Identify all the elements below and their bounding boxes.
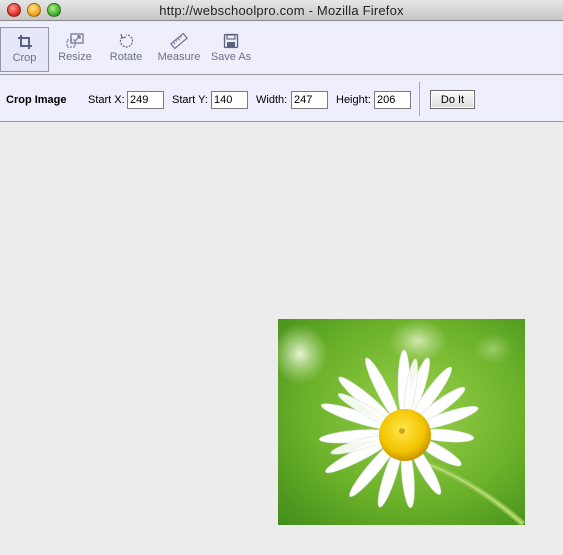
save-as-tool-button[interactable]: Save As [208, 27, 254, 72]
window-title: http://webschoolpro.com - Mozilla Firefo… [159, 3, 404, 18]
daisy-photo[interactable] [278, 319, 525, 525]
rotate-icon [119, 33, 134, 48]
crop-tool-button[interactable]: Crop [0, 27, 49, 72]
rotate-tool-button[interactable]: Rotate [106, 27, 146, 72]
ruler-icon [170, 33, 188, 49]
measure-tool-label: Measure [157, 51, 201, 63]
resize-icon [66, 33, 84, 48]
crop-tool-label: Crop [12, 52, 37, 64]
resize-tool-label: Resize [58, 51, 92, 63]
do-it-button[interactable]: Do It [430, 90, 475, 109]
rotate-tool-label: Rotate [109, 51, 143, 63]
height-label: Height: [336, 94, 371, 106]
start-x-field[interactable] [127, 91, 164, 109]
save-as-tool-label: Save As [210, 51, 252, 63]
window-titlebar: http://webschoolpro.com - Mozilla Firefo… [0, 0, 563, 21]
options-divider [419, 82, 420, 116]
tool-toolbar: Crop Resize Rotate Measure Save As [0, 22, 563, 75]
width-field[interactable] [291, 91, 328, 109]
width-label: Width: [256, 94, 288, 106]
measure-tool-button[interactable]: Measure [156, 27, 202, 72]
floppy-disk-icon [223, 33, 239, 49]
crop-panel-heading: Crop Image [6, 94, 67, 106]
crop-options-bar: Crop Image Start X: Start Y: Width: Heig… [0, 76, 563, 122]
crop-icon [17, 35, 32, 49]
resize-tool-button[interactable]: Resize [54, 27, 96, 72]
start-y-field[interactable] [211, 91, 248, 109]
start-y-label: Start Y: [172, 94, 208, 106]
height-field[interactable] [374, 91, 411, 109]
start-x-label: Start X: [88, 94, 125, 106]
image-canvas [0, 122, 563, 555]
